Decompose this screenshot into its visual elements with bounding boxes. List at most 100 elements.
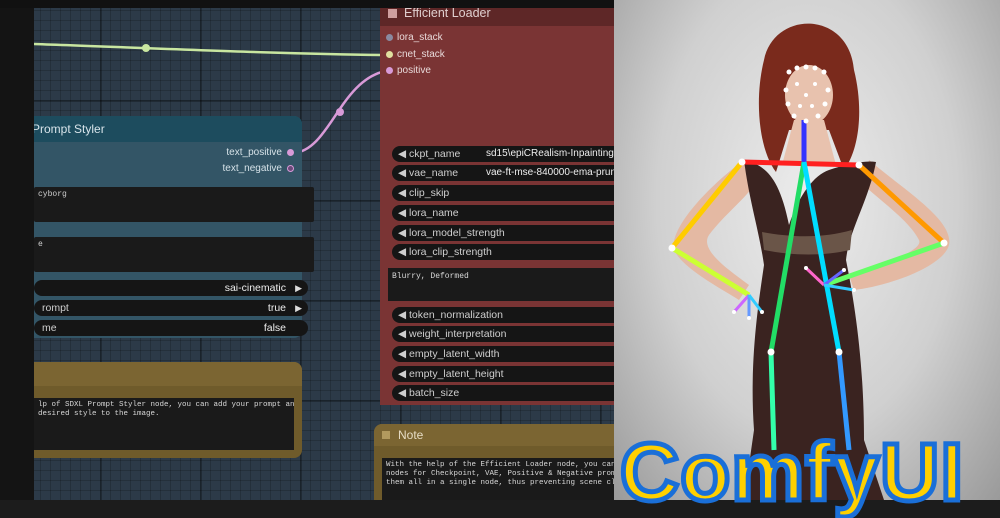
wire-green [33, 42, 387, 57]
widget-value: sai-cinematic [224, 282, 286, 294]
hand-keypoint [804, 266, 808, 270]
widget-label: lora_clip_strength [409, 246, 492, 258]
weight-interpretation-widget[interactable]: ◀ weight_interpretation [392, 326, 614, 342]
face-keypoint [786, 69, 792, 75]
collapse-icon[interactable] [388, 9, 397, 18]
widget-label: me [42, 322, 57, 334]
note-node-styler[interactable]: lp of SDXL Prompt Styler node, you can a… [20, 362, 302, 458]
widget-value: vae-ft-mse-840000-ema-pruned [486, 167, 614, 178]
output-slot-icon[interactable] [287, 164, 294, 172]
face-keypoint [810, 104, 814, 108]
ckpt-name-widget[interactable]: ◀ ckpt_name sd15\epiCRealism-Inpainting [392, 146, 614, 162]
empty-latent-height-widget[interactable]: ◀ empty_latent_height [392, 366, 614, 382]
output-label: text_negative [222, 163, 283, 174]
vae-name-widget[interactable]: ◀ vae_name vae-ft-mse-840000-ema-pruned [392, 165, 614, 181]
lora-model-strength-widget[interactable]: ◀ lora_model_strength [392, 225, 614, 241]
output-text-negative[interactable]: text_negative [222, 163, 294, 174]
face-keypoint [825, 87, 831, 93]
wire-positive-midpoint [336, 108, 344, 116]
widget-label: clip_skip [409, 187, 450, 199]
input-positive[interactable]: positive [386, 65, 431, 76]
face-keypoint [822, 101, 828, 107]
note-header[interactable] [20, 362, 302, 386]
positive-prompt-textarea[interactable]: cyborg [34, 187, 314, 222]
body-keypoint [738, 158, 746, 166]
widget-label: batch_size [409, 387, 460, 399]
output-slot-icon[interactable] [287, 148, 294, 156]
widget-label: lora_name [409, 207, 459, 219]
lora-clip-strength-widget[interactable]: ◀ lora_clip_strength [392, 244, 614, 260]
body-keypoint [940, 239, 948, 247]
arrow-right-icon[interactable]: ▶ [295, 300, 302, 316]
output-text-positive[interactable]: text_positive [226, 147, 294, 158]
hand-keypoint [732, 310, 736, 314]
collapse-icon[interactable] [382, 431, 390, 439]
face-keypoint [791, 113, 797, 119]
input-lora-stack[interactable]: lora_stack [386, 32, 443, 43]
hand-keypoint [842, 268, 846, 272]
note-title: Note [398, 428, 424, 442]
log-prompt-toggle[interactable]: rompt true ▶ [34, 300, 308, 316]
empty-latent-width-widget[interactable]: ◀ empty_latent_width [392, 346, 614, 362]
left-sidebar [0, 0, 34, 500]
input-label: cnet_stack [397, 49, 445, 60]
face-keypoint [783, 87, 789, 93]
widget-label: weight_interpretation [409, 328, 507, 340]
face-keypoint [815, 113, 821, 119]
node-canvas[interactable]: Prompt Styler text_positive text_negativ… [0, 0, 614, 500]
node-title: Efficient Loader [404, 6, 491, 20]
style-name-toggle[interactable]: me false [34, 320, 308, 336]
face-keypoint [798, 104, 802, 108]
body-keypoint [767, 348, 775, 356]
note-node-loader[interactable]: Note With the help of the Efficient Load… [374, 424, 614, 500]
comfyui-logo: ComfyUI [617, 427, 965, 518]
token-normalization-widget[interactable]: ◀ token_normalization [392, 307, 614, 323]
top-strip [0, 0, 614, 8]
wire-green-midpoint [142, 44, 150, 52]
negative-prompt-textarea[interactable]: e [34, 237, 314, 272]
hand-keypoint [852, 288, 856, 292]
efficient-loader-node[interactable]: Efficient Loader lora_stack cnet_stack p… [380, 0, 614, 405]
style-combo[interactable]: sai-cinematic ▶ [34, 280, 308, 296]
face-keypoint [813, 82, 817, 86]
hand-keypoint [747, 316, 751, 320]
pose-bone [857, 163, 946, 245]
widget-label: vae_name [409, 167, 459, 179]
face-keypoint [803, 118, 809, 124]
widget-value: false [263, 322, 286, 334]
output-label: text_positive [226, 147, 282, 158]
widget-label: rompt [42, 302, 69, 314]
pose-preview-drawing [668, 23, 950, 500]
face-keypoint [803, 64, 809, 70]
pose-bone [741, 159, 860, 168]
note-text[interactable]: With the help of the Efficient Loader no… [382, 458, 614, 500]
lora-name-widget[interactable]: ◀ lora_name [392, 205, 614, 221]
batch-size-widget[interactable]: ◀ batch_size [392, 385, 614, 401]
note-header[interactable]: Note [374, 424, 614, 446]
input-slot-icon[interactable] [386, 50, 393, 58]
clip-skip-widget[interactable]: ◀ clip_skip [392, 185, 614, 201]
widget-label: empty_latent_width [409, 348, 500, 360]
input-label: lora_stack [397, 32, 443, 43]
body-keypoint [668, 244, 676, 252]
face-keypoint [794, 65, 800, 71]
face-keypoint [804, 93, 808, 97]
hand-keypoint [760, 310, 764, 314]
input-slot-icon[interactable] [386, 33, 393, 41]
note-text[interactable]: lp of SDXL Prompt Styler node, you can a… [34, 398, 294, 450]
face-keypoint [795, 82, 799, 86]
widget-value: true [267, 302, 286, 314]
face-keypoint [785, 101, 791, 107]
arrow-right-icon[interactable]: ▶ [295, 280, 302, 296]
negative-prompt-textarea[interactable]: Blurry, Deformed [388, 268, 614, 301]
widget-label: lora_model_strength [409, 227, 505, 239]
input-slot-icon[interactable] [386, 66, 393, 74]
widget-label: ckpt_name [409, 148, 461, 160]
node-title[interactable]: Prompt Styler [20, 116, 302, 142]
body-keypoint [835, 348, 843, 356]
input-cnet-stack[interactable]: cnet_stack [386, 49, 445, 60]
face-keypoint [821, 69, 827, 75]
widget-label: empty_latent_height [409, 368, 504, 380]
body-keypoint [855, 161, 863, 169]
prompt-styler-node[interactable]: Prompt Styler text_positive text_negativ… [20, 116, 314, 338]
